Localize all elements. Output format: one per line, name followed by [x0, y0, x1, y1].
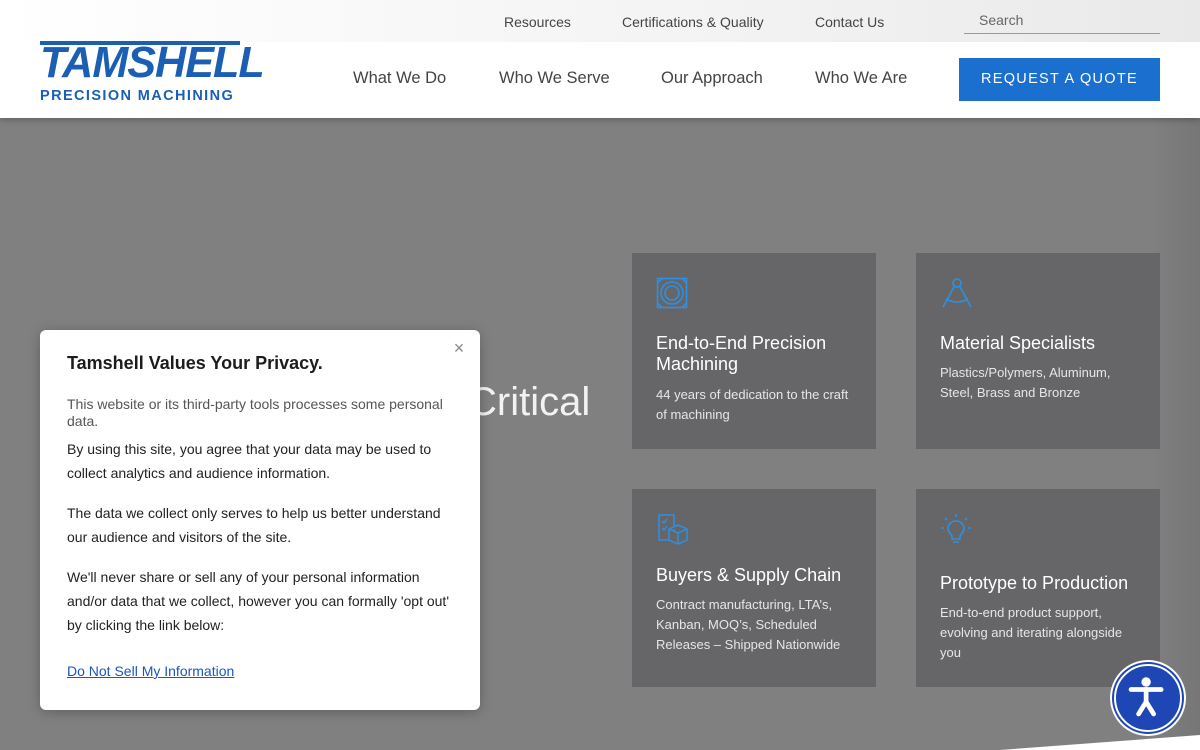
- privacy-dialog: × Tamshell Values Your Privacy. This web…: [40, 330, 480, 710]
- compass-drafting-icon: [942, 278, 972, 308]
- logo-wordmark: TAMSHELL: [40, 38, 265, 87]
- nav-who-we-serve[interactable]: Who We Serve: [499, 69, 610, 88]
- util-link-certifications[interactable]: Certifications & Quality: [622, 14, 764, 30]
- accessibility-person-icon: [1128, 677, 1164, 717]
- privacy-title: Tamshell Values Your Privacy.: [67, 353, 323, 373]
- card-title: End-to-End Precision Machining: [656, 333, 827, 374]
- logo-subtitle: PRECISION MACHINING: [40, 88, 235, 104]
- privacy-paragraph: We'll never share or sell any of your pe…: [67, 569, 449, 633]
- feature-card-precision[interactable]: End-to-End Precision Machining 44 years …: [632, 253, 876, 449]
- nav-what-we-do[interactable]: What We Do: [353, 69, 446, 88]
- site-logo[interactable]: TAMSHELL PRECISION MACHINING: [40, 40, 265, 104]
- util-link-resources[interactable]: Resources: [504, 14, 571, 30]
- precision-part-icon: [656, 277, 688, 309]
- card-description: Plastics/Polymers, Aluminum, Steel, Bras…: [940, 365, 1111, 400]
- hero-headline: Critical: [468, 380, 591, 424]
- nav-our-approach[interactable]: Our Approach: [661, 69, 763, 88]
- site-header: TAMSHELL PRECISION MACHINING Resources C…: [0, 0, 1200, 118]
- accessibility-badge: [1114, 664, 1182, 732]
- card-title: Buyers & Supply Chain: [656, 565, 842, 585]
- search-input[interactable]: [964, 8, 1160, 32]
- accessibility-button[interactable]: [1110, 660, 1186, 736]
- card-description: End-to-end product support, evolving and…: [940, 605, 1123, 660]
- lightbulb-icon: [941, 514, 971, 543]
- nav-who-we-are[interactable]: Who We Are: [815, 69, 907, 88]
- boxes-checklist-icon: [658, 514, 688, 545]
- privacy-intro: This website or its third-party tools pr…: [67, 396, 443, 429]
- card-description: Contract manufacturing, LTA’s, Kanban, M…: [656, 597, 841, 652]
- feature-card-buyers[interactable]: Buyers & Supply Chain Contract manufactu…: [632, 489, 876, 687]
- privacy-paragraph: The data we collect only serves to help …: [67, 505, 441, 545]
- feature-card-materials[interactable]: Material Specialists Plastics/Polymers, …: [916, 253, 1160, 449]
- section-divider: [1000, 735, 1200, 750]
- util-link-contact[interactable]: Contact Us: [815, 14, 884, 30]
- feature-card-prototype[interactable]: Prototype to Production End-to-end produ…: [916, 489, 1160, 687]
- do-not-sell-link[interactable]: Do Not Sell My Information: [67, 663, 234, 679]
- card-title: Prototype to Production: [940, 573, 1129, 593]
- close-icon[interactable]: ×: [451, 339, 467, 357]
- privacy-paragraph: By using this site, you agree that your …: [67, 441, 432, 481]
- card-title: Material Specialists: [940, 333, 1096, 353]
- search-box: [964, 8, 1160, 34]
- request-quote-button[interactable]: REQUEST A QUOTE: [959, 58, 1160, 101]
- card-description: 44 years of dedication to the craft of m…: [656, 387, 849, 422]
